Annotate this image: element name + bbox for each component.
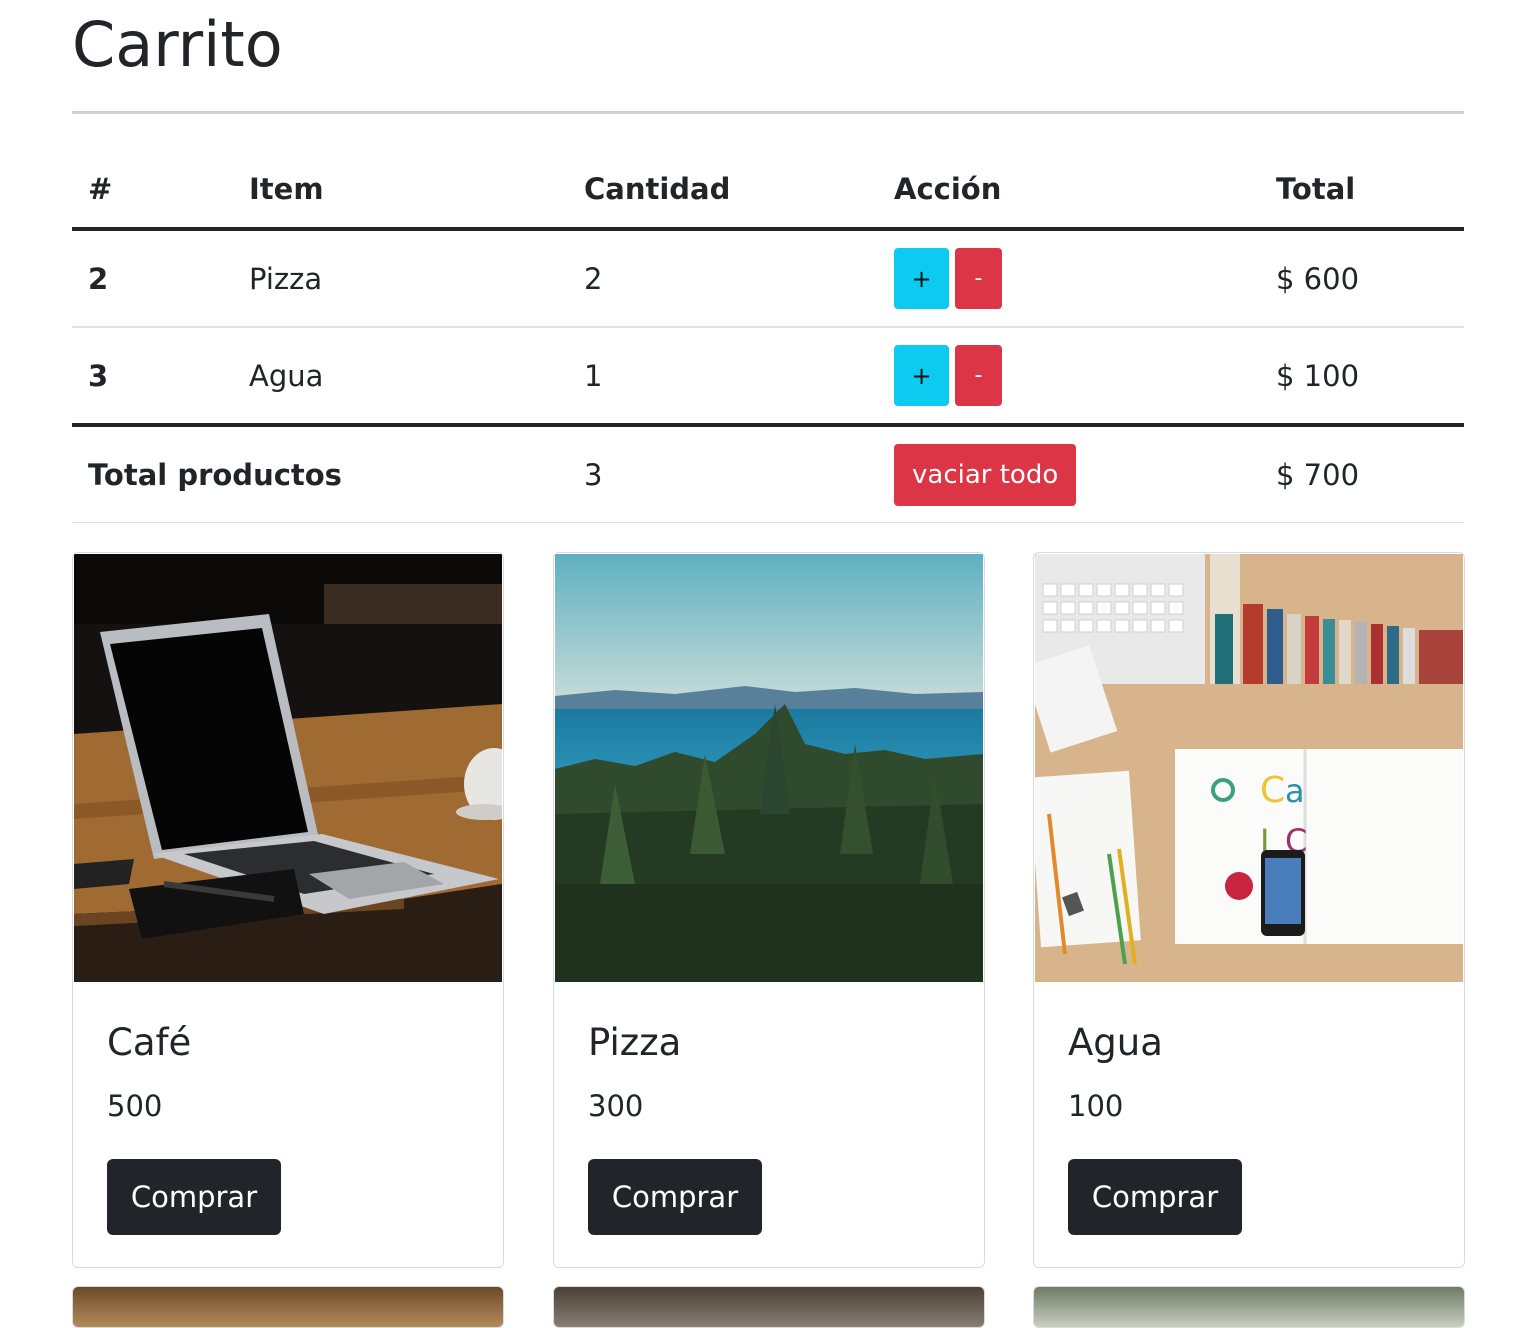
product-image-laptop bbox=[74, 554, 502, 982]
product-card: C a I C Agua 100 Comprar bbox=[1033, 552, 1465, 1268]
title-divider bbox=[72, 111, 1464, 114]
product-name: Café bbox=[107, 1021, 192, 1064]
svg-text:a: a bbox=[1285, 772, 1305, 810]
column-header-id: # bbox=[72, 150, 233, 231]
row-id: 3 bbox=[72, 327, 233, 427]
row-actions: + - bbox=[878, 229, 1260, 328]
product-price: 500 bbox=[107, 1089, 163, 1123]
table-row: 2 Pizza 2 + - $ 600 bbox=[72, 229, 1464, 328]
product-card-partial bbox=[72, 1286, 504, 1328]
table-footer-row: Total productos 3 vaciar todo $ 700 bbox=[72, 425, 1464, 523]
decrease-button[interactable]: - bbox=[955, 248, 1002, 309]
page-title: Carrito bbox=[72, 8, 283, 81]
increase-button[interactable]: + bbox=[894, 248, 949, 309]
row-total: $ 100 bbox=[1260, 327, 1464, 427]
row-quantity: 1 bbox=[568, 327, 878, 427]
row-total: $ 600 bbox=[1260, 229, 1464, 328]
svg-text:C: C bbox=[1260, 770, 1285, 811]
product-card-partial bbox=[1033, 1286, 1465, 1328]
buy-button[interactable]: Comprar bbox=[107, 1159, 281, 1235]
footer-actions: vaciar todo bbox=[878, 425, 1260, 523]
grand-total: $ 700 bbox=[1260, 425, 1464, 523]
row-quantity: 2 bbox=[568, 229, 878, 328]
product-image-forest bbox=[555, 554, 983, 982]
table-row: 3 Agua 1 + - $ 100 bbox=[72, 327, 1464, 427]
increase-button[interactable]: + bbox=[894, 345, 949, 406]
cart-table: # Item Cantidad Acción Total 2 Pizza 2 +… bbox=[72, 150, 1464, 523]
row-item-name: Agua bbox=[233, 327, 568, 427]
total-products-label: Total productos bbox=[72, 425, 568, 523]
buy-button[interactable]: Comprar bbox=[588, 1159, 762, 1235]
product-name: Pizza bbox=[588, 1021, 682, 1064]
row-id: 2 bbox=[72, 229, 233, 328]
row-actions: + - bbox=[878, 327, 1260, 427]
clear-cart-button[interactable]: vaciar todo bbox=[894, 443, 1077, 506]
total-quantity: 3 bbox=[568, 425, 878, 523]
row-item-name: Pizza bbox=[233, 229, 568, 328]
column-header-item: Item bbox=[233, 150, 568, 231]
table-header-row: # Item Cantidad Acción Total bbox=[72, 150, 1464, 231]
product-image-desk: C a I C bbox=[1035, 554, 1463, 982]
product-price: 300 bbox=[588, 1089, 644, 1123]
column-header-total: Total bbox=[1260, 150, 1464, 231]
product-card: Café 500 Comprar bbox=[72, 552, 504, 1268]
buy-button[interactable]: Comprar bbox=[1068, 1159, 1242, 1235]
product-name: Agua bbox=[1068, 1021, 1163, 1064]
product-price: 100 bbox=[1068, 1089, 1124, 1123]
column-header-quantity: Cantidad bbox=[568, 150, 878, 231]
decrease-button[interactable]: - bbox=[955, 345, 1002, 406]
column-header-action: Acción bbox=[878, 150, 1260, 231]
product-card-partial bbox=[553, 1286, 985, 1328]
product-card: Pizza 300 Comprar bbox=[553, 552, 985, 1268]
